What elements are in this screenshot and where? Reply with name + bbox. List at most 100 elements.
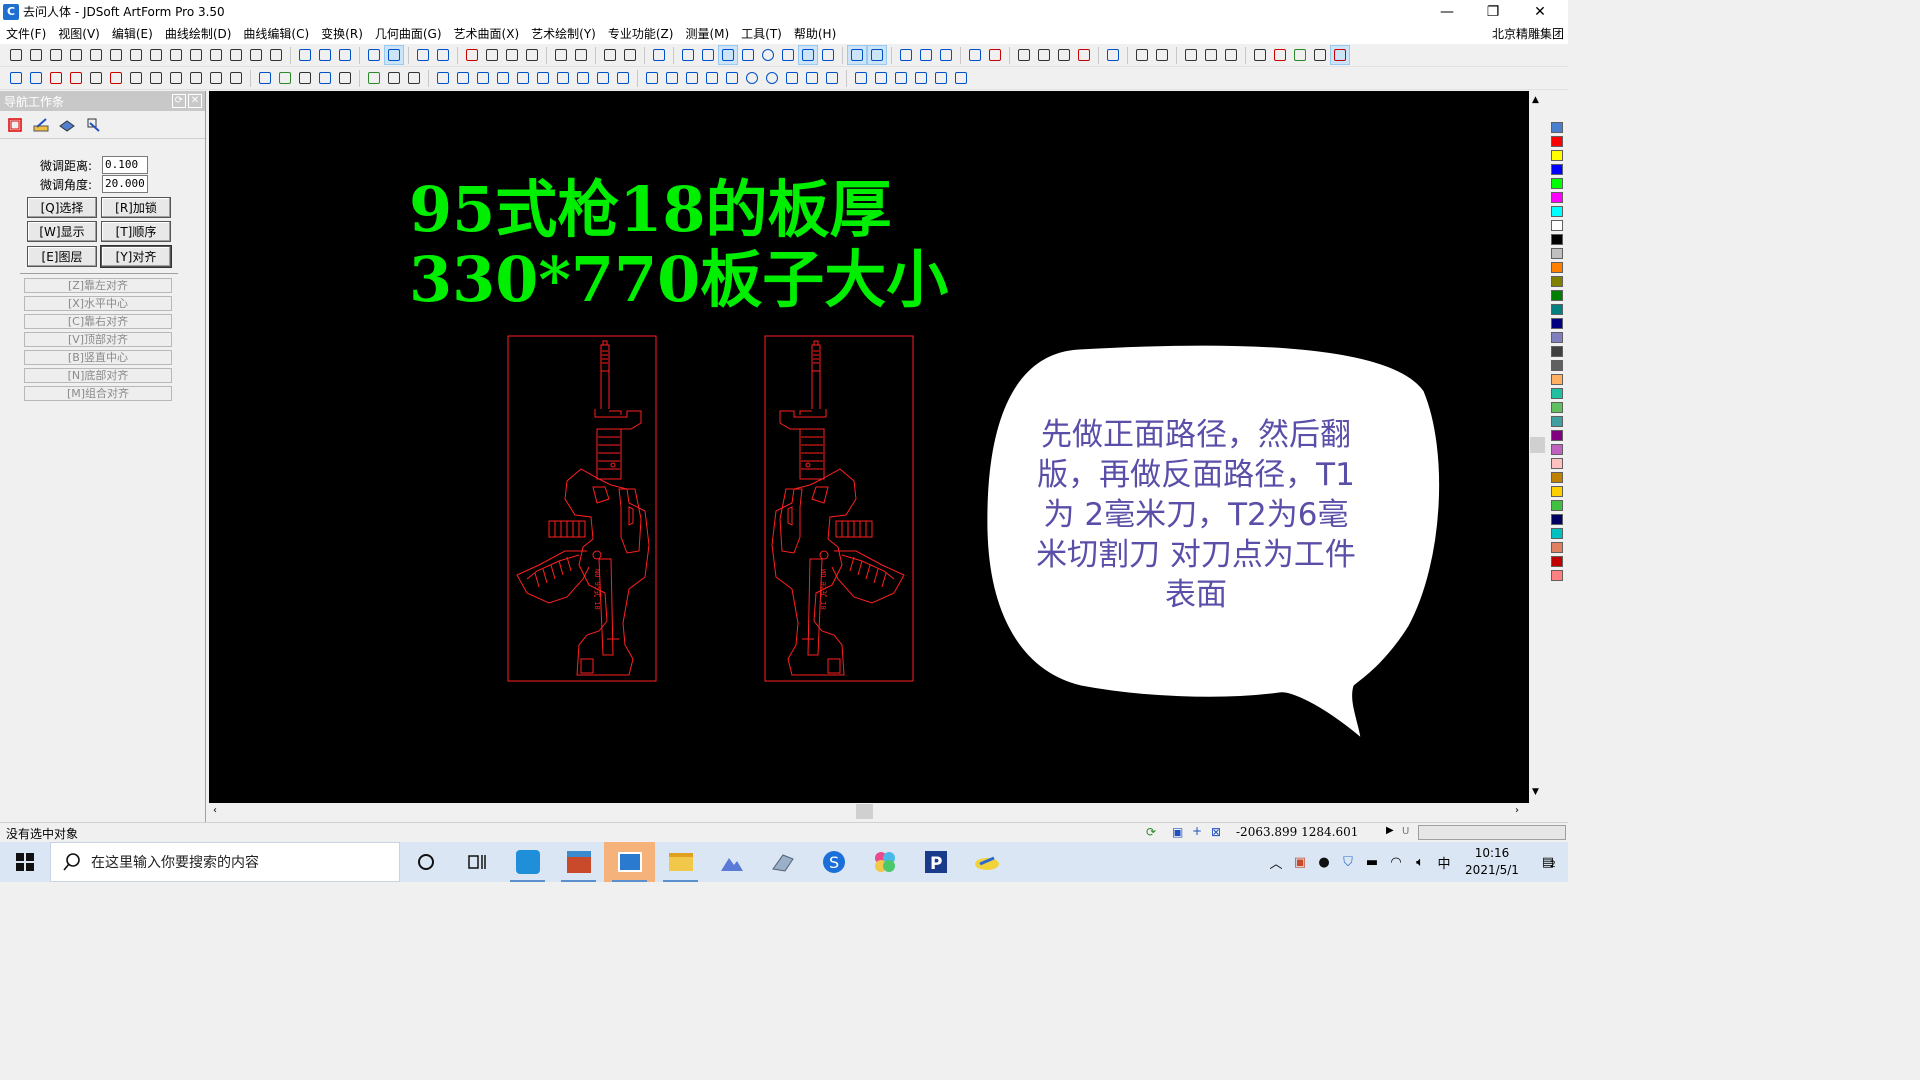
toolbar-tool-icon[interactable] — [1055, 46, 1073, 64]
scroll-down-icon[interactable]: ▼ — [1532, 787, 1539, 797]
taskbar-app-p[interactable]: P — [910, 842, 961, 882]
color-swatch[interactable] — [1551, 276, 1563, 287]
taskbar-app-cad[interactable] — [757, 842, 808, 882]
toolbar-tool-icon[interactable] — [405, 69, 423, 87]
toolbar-tool-icon[interactable] — [819, 46, 837, 64]
toolbar-tool-icon[interactable] — [503, 46, 521, 64]
toolbar-tool-icon[interactable] — [187, 69, 205, 87]
toolbar-tool-icon[interactable] — [27, 46, 45, 64]
tray-battery-icon[interactable]: ▬ — [1360, 842, 1384, 882]
color-swatch[interactable] — [1551, 374, 1563, 385]
toolbar-tool-icon[interactable] — [167, 46, 185, 64]
toolbar-tool-icon[interactable] — [67, 46, 85, 64]
toolbar-tool-icon[interactable] — [1291, 46, 1309, 64]
play-icon[interactable]: ▶ — [1386, 825, 1394, 836]
menu-transform[interactable]: 变换(R) — [315, 25, 369, 42]
toolbar-tool-icon[interactable] — [1133, 46, 1151, 64]
toolbar-tool-icon[interactable] — [1330, 45, 1350, 65]
taskbar-app-archive[interactable] — [553, 842, 604, 882]
toolbar-tool-icon[interactable] — [87, 46, 105, 64]
toolbar-tool-icon[interactable] — [594, 69, 612, 87]
menu-pro-features[interactable]: 专业功能(Z) — [602, 25, 680, 42]
tab-layer-icon[interactable] — [56, 114, 78, 136]
color-swatch[interactable] — [1551, 136, 1563, 147]
toolbar-tool-icon[interactable] — [952, 69, 970, 87]
toolbar-tool-icon[interactable] — [47, 46, 65, 64]
color-swatch[interactable] — [1551, 164, 1563, 175]
tab-edit-icon[interactable] — [30, 114, 52, 136]
toolbar-tool-icon[interactable] — [779, 46, 797, 64]
vertical-scrollbar[interactable]: ▲ ▼ — [1529, 91, 1546, 803]
toolbar-tool-icon[interactable] — [803, 69, 821, 87]
toolbar-tool-icon[interactable] — [207, 46, 225, 64]
toolbar-tool-icon[interactable] — [1015, 46, 1033, 64]
scroll-up-icon[interactable]: ▲ — [1532, 95, 1539, 105]
tab-select-icon[interactable] — [4, 114, 26, 136]
toolbar-tool-icon[interactable] — [227, 46, 245, 64]
toolbar-tool-icon[interactable] — [336, 69, 354, 87]
tray-qq-icon[interactable]: ● — [1312, 842, 1336, 882]
color-swatch[interactable] — [1551, 262, 1563, 273]
align-bottom-button[interactable]: [N]底部对齐 — [24, 368, 172, 383]
menu-geometry-surface[interactable]: 几何曲面(G) — [369, 25, 448, 42]
toolbar-tool-icon[interactable] — [534, 69, 552, 87]
toolbar-tool-icon[interactable] — [574, 69, 592, 87]
menu-edit[interactable]: 编辑(E) — [106, 25, 159, 42]
color-swatch[interactable] — [1551, 486, 1563, 497]
board-outline-front[interactable] — [507, 335, 657, 682]
cortana-icon[interactable] — [400, 842, 451, 882]
toolbar-tool-icon[interactable] — [703, 69, 721, 87]
toolbar-tool-icon[interactable] — [1104, 46, 1122, 64]
toolbar-tool-icon[interactable] — [316, 69, 334, 87]
panel-close-icon[interactable]: ✕ — [188, 94, 202, 108]
close-button[interactable]: ✕ — [1517, 0, 1563, 23]
fine-angle-input[interactable]: 20.000 — [102, 175, 148, 193]
drawing-canvas[interactable]: 95式枪18的板厚 330*770板子大小 NO 95式 18 NO 95式 1… — [209, 91, 1529, 803]
menu-art-surface[interactable]: 艺术曲面(X) — [448, 25, 526, 42]
toolbar-tool-icon[interactable] — [1222, 46, 1240, 64]
order-button[interactable]: [T]顺序 — [101, 221, 171, 242]
toolbar-tool-icon[interactable] — [67, 69, 85, 87]
toolbar-tool-icon[interactable] — [847, 45, 867, 65]
color-swatch[interactable] — [1551, 360, 1563, 371]
color-swatch[interactable] — [1551, 122, 1563, 133]
color-swatch[interactable] — [1551, 570, 1563, 581]
start-button[interactable] — [0, 842, 50, 882]
toolbar-tool-icon[interactable] — [365, 46, 383, 64]
toolbar-tool-icon[interactable] — [718, 45, 738, 65]
toolbar-tool-icon[interactable] — [1153, 46, 1171, 64]
toolbar-tool-icon[interactable] — [937, 46, 955, 64]
toolbar-tool-icon[interactable] — [247, 46, 265, 64]
toolbar-tool-icon[interactable] — [7, 69, 25, 87]
toolbar-tool-icon[interactable] — [107, 46, 125, 64]
vertical-scroll-thumb[interactable] — [1530, 437, 1545, 453]
tray-clock[interactable]: 10:16 2021/5/1 — [1456, 845, 1528, 879]
align-group-button[interactable]: [M]组合对齐 — [24, 386, 172, 401]
toolbar-tool-icon[interactable] — [267, 46, 285, 64]
menu-curve-draw[interactable]: 曲线绘制(D) — [159, 25, 238, 42]
toolbar-tool-icon[interactable] — [739, 46, 757, 64]
toolbar-tool-icon[interactable] — [614, 69, 632, 87]
toolbar-tool-icon[interactable] — [227, 69, 245, 87]
toolbar-tool-icon[interactable] — [483, 46, 501, 64]
fine-distance-input[interactable]: 0.100 — [102, 156, 148, 174]
tray-ime-indicator[interactable]: 中 — [1432, 842, 1456, 882]
select-button[interactable]: [Q]选择 — [27, 197, 97, 218]
toolbar-tool-icon[interactable] — [663, 69, 681, 87]
align-top-button[interactable]: [V]顶部对齐 — [24, 332, 172, 347]
toolbar-tool-icon[interactable] — [1202, 46, 1220, 64]
layer-button[interactable]: [E]图层 — [27, 246, 97, 267]
restore-button[interactable]: ❐ — [1470, 0, 1516, 23]
toolbar-tool-icon[interactable] — [316, 46, 334, 64]
color-swatch[interactable] — [1551, 402, 1563, 413]
toolbar-tool-icon[interactable] — [276, 69, 294, 87]
color-swatch[interactable] — [1551, 514, 1563, 525]
taskbar-app-colorful[interactable] — [859, 842, 910, 882]
display-button[interactable]: [W]显示 — [27, 221, 97, 242]
color-swatch[interactable] — [1551, 318, 1563, 329]
color-swatch[interactable] — [1551, 206, 1563, 217]
toolbar-tool-icon[interactable] — [759, 46, 777, 64]
toolbar-tool-icon[interactable] — [643, 69, 661, 87]
toolbar-tool-icon[interactable] — [621, 46, 639, 64]
toolbar-tool-icon[interactable] — [127, 69, 145, 87]
